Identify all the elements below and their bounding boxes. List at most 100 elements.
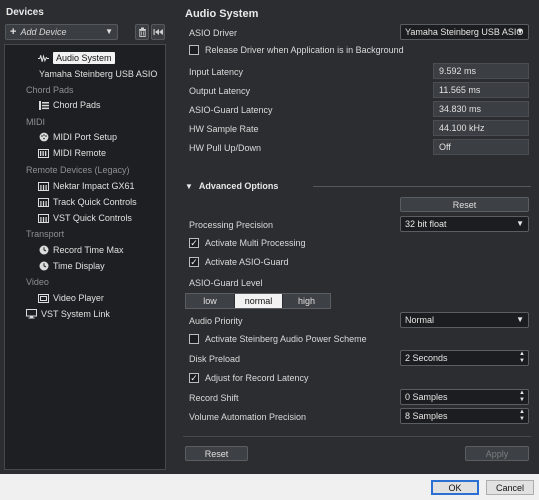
studio-setup-window: Devices + Add Device ▼ Audio System Yamah… <box>0 0 539 500</box>
asio-guard-level-selector: low normal high <box>185 293 331 309</box>
delete-device-button[interactable] <box>135 24 149 40</box>
ok-button[interactable]: OK <box>431 480 479 495</box>
audio-priority-value: Normal <box>405 315 435 325</box>
tree-item-label: Transport <box>26 229 65 239</box>
divider <box>183 436 531 437</box>
record-shift-value: 0 Samples <box>405 392 448 402</box>
reset-button[interactable]: Reset <box>185 446 248 461</box>
multi-processing-label: Activate Multi Processing <box>205 238 306 248</box>
advanced-options-toggle[interactable]: ▼ Advanced Options <box>185 181 278 191</box>
processing-precision-value: 32 bit float <box>405 219 447 229</box>
tree-audio-system[interactable]: Audio System <box>5 51 115 65</box>
chevron-down-icon: ▼ <box>516 219 524 228</box>
advanced-options-label: Advanced Options <box>198 181 279 191</box>
tree-item-label: VST System Link <box>41 309 110 319</box>
volume-precision-label: Volume Automation Precision <box>189 412 307 422</box>
tree-nektar-impact[interactable]: Nektar Impact GX61 <box>5 179 135 193</box>
volume-precision-value: 8 Samples <box>405 411 448 421</box>
midi-port-icon <box>38 132 49 142</box>
power-scheme-label: Activate Steinberg Audio Power Scheme <box>205 334 367 344</box>
audio-priority-select[interactable]: Normal ▼ <box>400 312 529 328</box>
disk-preload-label: Disk Preload <box>189 354 241 364</box>
volume-precision-stepper[interactable]: 8 Samples ▲ ▼ <box>400 408 529 424</box>
spin-arrows-icon: ▲ ▼ <box>519 390 525 403</box>
tree-time-display[interactable]: Time Display <box>5 259 105 273</box>
tree-midi-port-setup[interactable]: MIDI Port Setup <box>5 130 117 144</box>
asio-guard-level-label: ASIO-Guard Level <box>189 278 263 288</box>
hw-sample-rate-value: 44.100 kHz <box>433 120 529 136</box>
clock-icon <box>38 261 49 271</box>
asio-guard-label: Activate ASIO-Guard <box>205 257 289 267</box>
tree-item-label: MIDI <box>26 117 45 127</box>
tree-item-label: Audio System <box>53 52 115 64</box>
tree-item-label: Record Time Max <box>53 245 124 255</box>
reset-advanced-button[interactable]: Reset <box>400 197 529 212</box>
asio-guard-latency-value: 34.830 ms <box>433 101 529 117</box>
tree-yamaha-driver[interactable]: Yamaha Steinberg USB ASIO <box>5 67 157 81</box>
tree-item-label: MIDI Port Setup <box>53 132 118 142</box>
controller-icon <box>38 213 49 223</box>
chord-pads-icon <box>38 100 49 110</box>
asio-guard-latency-label: ASIO-Guard Latency <box>189 105 273 115</box>
tree-track-quick-controls[interactable]: Track Quick Controls <box>5 195 137 209</box>
multi-processing-checkbox[interactable]: ✓ Activate Multi Processing <box>189 238 306 248</box>
asio-guard-level-normal[interactable]: normal <box>234 294 282 308</box>
release-driver-checkbox[interactable]: Release Driver when Application is in Ba… <box>189 45 404 55</box>
spin-arrows-icon: ▲ ▼ <box>519 409 525 422</box>
asio-driver-select[interactable]: Yamaha Steinberg USB ASIO ▼ <box>400 24 529 40</box>
tree-item-label: VST Quick Controls <box>53 213 132 223</box>
processing-precision-label: Processing Precision <box>189 220 274 230</box>
chevron-down-icon: ▼ <box>516 315 524 324</box>
audio-waveform-icon <box>38 53 49 63</box>
cancel-button[interactable]: Cancel <box>486 480 534 495</box>
release-driver-label: Release Driver when Application is in Ba… <box>205 45 404 55</box>
tree-item-label: MIDI Remote <box>53 148 107 158</box>
disk-preload-stepper[interactable]: 2 Seconds ▲ ▼ <box>400 350 529 366</box>
tree-transport-category: Transport <box>5 227 64 241</box>
tree-item-label: Chord Pads <box>26 85 74 95</box>
asio-driver-label: ASIO Driver <box>189 28 238 38</box>
tree-vst-system-link[interactable]: VST System Link <box>5 307 110 321</box>
tree-record-time-max[interactable]: Record Time Max <box>5 243 124 257</box>
tree-vst-quick-controls[interactable]: VST Quick Controls <box>5 211 132 225</box>
devices-title: Devices <box>6 7 44 18</box>
apply-button[interactable]: Apply <box>465 446 529 461</box>
devices-panel: Devices + Add Device ▼ Audio System Yamah… <box>0 0 172 474</box>
reset-device-button[interactable] <box>151 24 165 40</box>
tree-video-player[interactable]: Video Player <box>5 291 104 305</box>
add-device-label: Add Device <box>20 27 67 37</box>
tree-remote-devices-category: Remote Devices (Legacy) <box>5 163 130 177</box>
input-latency-label: Input Latency <box>189 67 244 77</box>
monitor-icon <box>26 309 37 319</box>
tree-video-category: Video <box>5 275 49 289</box>
power-scheme-checkbox[interactable]: Activate Steinberg Audio Power Scheme <box>189 334 367 344</box>
record-shift-stepper[interactable]: 0 Samples ▲ ▼ <box>400 389 529 405</box>
device-tree: Audio System Yamaha Steinberg USB ASIO Cho… <box>4 44 166 470</box>
midi-remote-icon <box>38 148 49 158</box>
tree-item-label: Time Display <box>53 261 105 271</box>
add-device-dropdown[interactable]: + Add Device ▼ <box>5 24 118 40</box>
video-player-icon <box>38 293 49 303</box>
asio-guard-checkbox[interactable]: ✓ Activate ASIO-Guard <box>189 257 289 267</box>
controller-icon <box>38 181 49 191</box>
clock-icon <box>38 245 49 255</box>
tree-chord-pads[interactable]: Chord Pads <box>5 98 101 112</box>
rewind-icon <box>153 29 163 35</box>
record-latency-checkbox[interactable]: ✓ Adjust for Record Latency <box>189 373 309 383</box>
divider <box>313 186 531 187</box>
tree-item-label: Nektar Impact GX61 <box>53 181 135 191</box>
dropdown-arrow-icon: ▼ <box>105 27 113 36</box>
tree-midi-remote[interactable]: MIDI Remote <box>5 146 106 160</box>
tree-midi-category: MIDI <box>5 115 45 129</box>
tree-chord-pads-category: Chord Pads <box>5 83 74 97</box>
processing-precision-select[interactable]: 32 bit float ▼ <box>400 216 529 232</box>
asio-guard-level-low[interactable]: low <box>186 294 234 308</box>
input-latency-value: 9.592 ms <box>433 63 529 79</box>
asio-guard-level-high[interactable]: high <box>282 294 330 308</box>
tree-item-label: Remote Devices (Legacy) <box>26 165 130 175</box>
checkbox-box: ✓ <box>189 256 199 267</box>
tree-item-label: Video Player <box>53 293 104 303</box>
tree-item-label: Track Quick Controls <box>53 197 137 207</box>
disk-preload-value: 2 Seconds <box>405 353 448 363</box>
dialog-footer: OK Cancel <box>0 474 539 500</box>
